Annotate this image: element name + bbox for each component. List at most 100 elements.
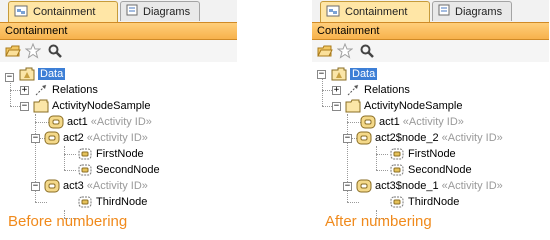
open-folder-icon[interactable] [5, 43, 21, 59]
collapse-toggle[interactable]: − [343, 181, 352, 191]
tab-bar: Containment Diagrams [0, 0, 237, 22]
tree-label-act1: act1 [379, 116, 400, 128]
collapse-toggle[interactable]: − [317, 69, 326, 79]
tree-label-relations: Relations [52, 84, 98, 96]
relations-icon [345, 82, 361, 98]
tree-row-act3[interactable]: − act3 «Activity ID» [31, 178, 148, 194]
collapse-toggle[interactable]: − [332, 101, 341, 111]
tab-bar: Containment Diagrams [312, 0, 549, 22]
tree-label-activity-node-sample: ActivityNodeSample [364, 100, 463, 112]
tree-label-third-node: ThirdNode [408, 196, 460, 208]
tree-row-first-node[interactable]: FirstNode [77, 146, 144, 162]
stereotype-label: «Activity ID» [86, 132, 148, 144]
folder-icon [33, 98, 49, 114]
relations-icon [33, 82, 49, 98]
collapse-toggle[interactable]: − [31, 133, 40, 143]
tree-row-first-node[interactable]: FirstNode [389, 146, 456, 162]
action-node-icon [77, 194, 93, 210]
tree-row-act1[interactable]: act1 «Activity ID» [360, 114, 464, 130]
containment-panel-after: Containment Diagrams Containment − Data … [312, 0, 549, 219]
tab-diagrams[interactable]: Diagrams [120, 1, 200, 21]
containment-tab-icon [326, 5, 340, 20]
tab-diagrams-label: Diagrams [143, 5, 191, 18]
activity-icon [48, 114, 64, 130]
search-icon[interactable] [47, 43, 63, 59]
action-node-icon [77, 146, 93, 162]
activity-icon [360, 114, 376, 130]
stereotype-label: «Activity ID» [402, 116, 464, 128]
folder-icon [345, 98, 361, 114]
expand-toggle[interactable]: + [332, 85, 341, 95]
open-folder-icon[interactable] [317, 43, 333, 59]
tree-row-activity-node-sample[interactable]: − ActivityNodeSample [20, 98, 150, 114]
collapse-toggle[interactable]: − [5, 72, 14, 82]
tree-label-act3: act3$node_1 [375, 180, 439, 192]
containment-tree: − Data + Relations − ActivityNodeSample [0, 62, 237, 219]
tree-row-act1[interactable]: act1 «Activity ID» [48, 114, 152, 130]
tree-row-data[interactable]: − Data [5, 66, 66, 82]
toolbar [312, 40, 549, 62]
expand-toggle[interactable]: + [20, 85, 29, 95]
tree-row-relations[interactable]: + Relations [332, 82, 410, 98]
action-node-icon [77, 162, 93, 178]
containment-tab-icon [14, 5, 28, 20]
activity-icon [44, 178, 60, 194]
diagrams-tab-icon [126, 4, 138, 19]
star-icon[interactable] [336, 42, 354, 59]
package-icon [331, 66, 347, 82]
tab-diagrams-label: Diagrams [455, 5, 503, 18]
tree-row-act2[interactable]: − act2$node_2 «Activity ID» [343, 130, 503, 146]
tab-containment[interactable]: Containment [320, 1, 430, 22]
panel-title: Containment [312, 22, 549, 40]
tree-label-act3: act3 [63, 180, 84, 192]
panel-title: Containment [0, 22, 237, 40]
stereotype-label: «Activity ID» [86, 180, 148, 192]
tree-row-act2[interactable]: − act2 «Activity ID» [31, 130, 148, 146]
tree-row-activity-node-sample[interactable]: − ActivityNodeSample [332, 98, 462, 114]
containment-tree: − Data + Relations − ActivityNodeSample … [312, 62, 549, 219]
collapse-toggle[interactable]: − [343, 133, 352, 143]
action-node-icon [389, 194, 405, 210]
action-node-icon [389, 146, 405, 162]
tree-row-third-node[interactable]: ThirdNode [77, 194, 147, 210]
tree-row-third-node[interactable]: ThirdNode [389, 194, 459, 210]
tree-label-act2: act2 [63, 132, 84, 144]
tree-label-second-node: SecondNode [408, 164, 472, 176]
containment-panel-before: Containment Diagrams Containment − Data … [0, 0, 237, 219]
tree-label-relations: Relations [364, 84, 410, 96]
tree-label-second-node: SecondNode [96, 164, 160, 176]
tree-row-second-node[interactable]: SecondNode [389, 162, 472, 178]
stereotype-label: «Activity ID» [441, 180, 503, 192]
toolbar [0, 40, 237, 62]
search-icon[interactable] [359, 43, 375, 59]
tab-diagrams[interactable]: Diagrams [432, 1, 512, 21]
tab-containment-label: Containment [33, 6, 96, 18]
tree-label-act2: act2$node_2 [375, 132, 439, 144]
tree-row-second-node[interactable]: SecondNode [77, 162, 160, 178]
diagrams-tab-icon [438, 4, 450, 19]
star-icon[interactable] [24, 42, 42, 59]
tree-row-data[interactable]: − Data [317, 66, 378, 82]
tree-label-activity-node-sample: ActivityNodeSample [52, 100, 151, 112]
tree-label-first-node: FirstNode [408, 148, 456, 160]
activity-icon [356, 178, 372, 194]
caption-before: Before numbering [8, 213, 128, 230]
stereotype-label: «Activity ID» [90, 116, 152, 128]
stereotype-label: «Activity ID» [441, 132, 503, 144]
tab-containment-label: Containment [345, 6, 408, 18]
tree-label-first-node: FirstNode [96, 148, 144, 160]
tree-label-third-node: ThirdNode [96, 196, 148, 208]
activity-icon [44, 130, 60, 146]
package-icon [19, 66, 35, 82]
collapse-toggle[interactable]: − [31, 181, 40, 191]
tree-row-relations[interactable]: + Relations [20, 82, 98, 98]
activity-icon [356, 130, 372, 146]
tree-label-act1: act1 [67, 116, 88, 128]
tree-label-data: Data [350, 68, 378, 80]
action-node-icon [389, 162, 405, 178]
tab-containment[interactable]: Containment [8, 1, 118, 22]
caption-after: After numbering [325, 213, 432, 230]
collapse-toggle[interactable]: − [20, 101, 29, 111]
tree-label-data: Data [38, 68, 66, 80]
tree-row-act3[interactable]: − act3$node_1 «Activity ID» [343, 178, 503, 194]
